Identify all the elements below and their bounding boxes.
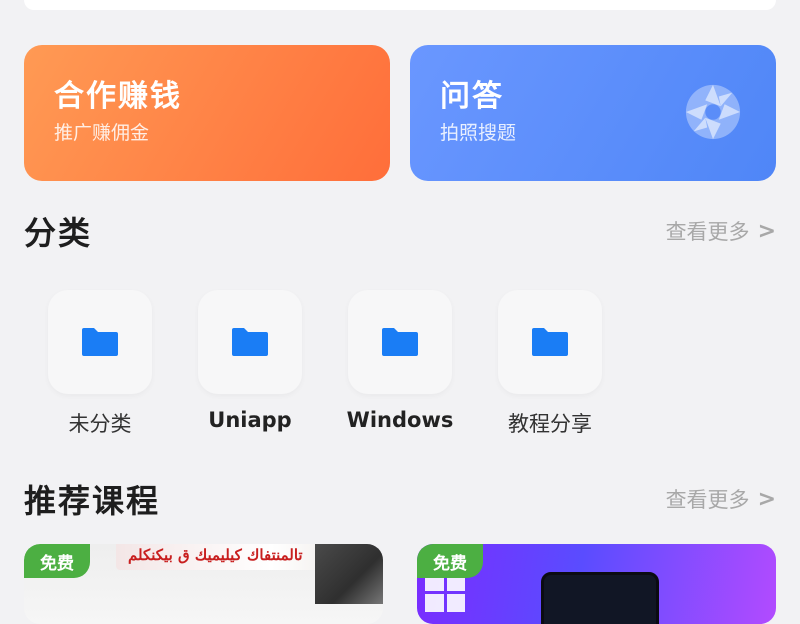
card-earn-money[interactable]: 合作赚钱 推广赚佣金 <box>24 45 390 181</box>
category-tile <box>348 290 452 394</box>
recommend-title: 推荐课程 <box>24 482 161 520</box>
category-list: 未分类 Uniapp Windows 教程分享 <box>48 290 602 438</box>
free-badge: 免费 <box>24 544 90 578</box>
course-card[interactable]: تالمنتفاك كيليميك ق بيكنكلم 免费 <box>24 544 383 624</box>
course-thumbnail-screen <box>541 572 659 624</box>
recommend-more-link[interactable]: 查看更多 > <box>666 484 776 514</box>
folder-icon <box>382 328 418 356</box>
category-item-uniapp[interactable]: Uniapp <box>198 290 302 438</box>
card-earn-subtitle: 推广赚佣金 <box>54 122 150 144</box>
chevron-right-icon: > <box>757 218 776 244</box>
course-card[interactable]: 免费 <box>417 544 776 624</box>
categories-more-label: 查看更多 <box>665 220 750 244</box>
category-label: Windows <box>346 408 454 432</box>
course-thumbnail-text: تالمنتفاك كيليميك ق بيكنكلم <box>128 546 303 564</box>
category-tile <box>48 290 152 394</box>
folder-icon <box>532 328 568 356</box>
category-tile <box>198 290 302 394</box>
category-label: Uniapp <box>208 408 292 432</box>
recommend-header: 推荐课程 查看更多 > <box>24 476 776 522</box>
course-list: تالمنتفاك كيليميك ق بيكنكلم 免费 免费 <box>24 544 776 624</box>
categories-more-link[interactable]: 查看更多 > <box>666 216 776 246</box>
category-item-windows[interactable]: Windows <box>346 290 454 438</box>
card-earn-title: 合作赚钱 <box>54 79 182 114</box>
category-label: 教程分享 <box>508 412 592 436</box>
card-qa[interactable]: 问答 拍照搜题 <box>410 45 776 181</box>
category-item-uncategorized[interactable]: 未分类 <box>48 290 152 438</box>
aperture-icon <box>685 84 741 140</box>
category-tile <box>498 290 602 394</box>
category-label: 未分类 <box>68 412 132 436</box>
category-item-tutorials[interactable]: 教程分享 <box>498 290 602 438</box>
folder-icon <box>232 328 268 356</box>
free-badge: 免费 <box>417 544 483 578</box>
recommend-more-label: 查看更多 <box>665 488 750 512</box>
course-thumbnail-photo <box>315 544 383 604</box>
top-panel-edge <box>24 0 776 10</box>
feature-cards: 合作赚钱 推广赚佣金 问答 拍照搜题 <box>24 45 776 181</box>
windows-logo-icon <box>425 572 465 612</box>
chevron-right-icon: > <box>757 486 776 512</box>
categories-header: 分类 查看更多 > <box>24 208 776 254</box>
folder-icon <box>82 328 118 356</box>
categories-title: 分类 <box>24 214 93 252</box>
